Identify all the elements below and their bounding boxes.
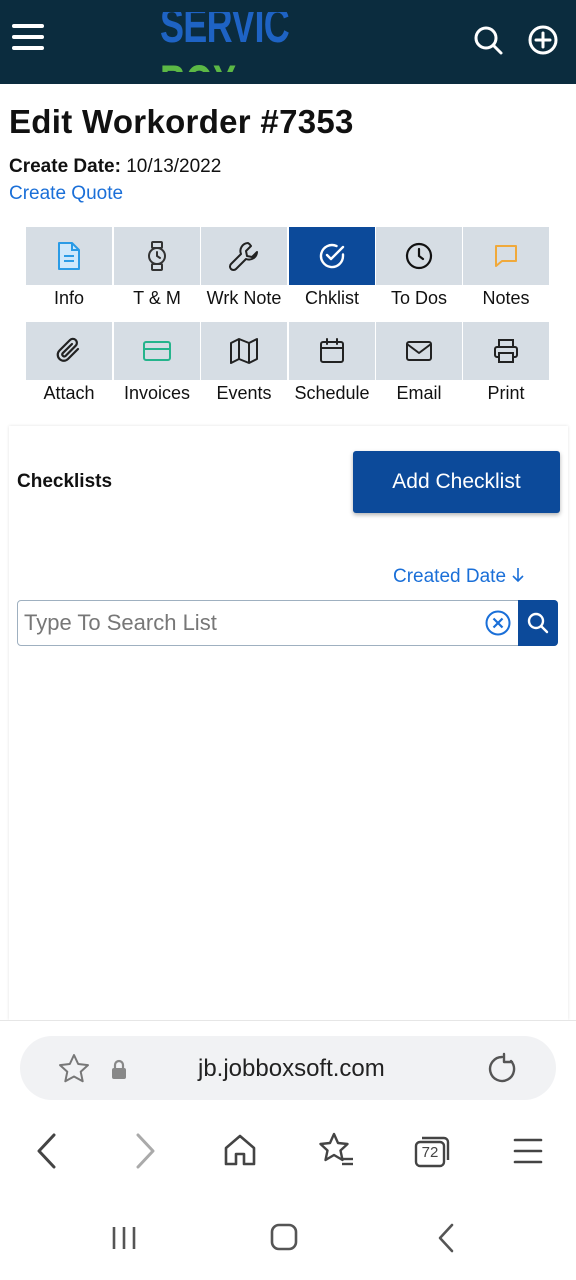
logo-text-box: BOX xyxy=(160,54,237,72)
tab-t-and-m[interactable]: T & M xyxy=(114,227,200,312)
page-title: Edit Workorder #7353 xyxy=(9,103,354,140)
menu-icon[interactable] xyxy=(12,24,46,50)
document-icon xyxy=(58,242,80,270)
search-input[interactable] xyxy=(24,601,474,645)
credit-card-icon xyxy=(143,341,171,361)
tab-schedule[interactable]: Schedule xyxy=(289,322,375,407)
tab-chklist[interactable]: Chklist xyxy=(289,227,375,312)
tabs-button[interactable]: 72 xyxy=(412,1133,452,1169)
star-icon[interactable] xyxy=(57,1052,91,1086)
tab-wrk-note[interactable]: Wrk Note xyxy=(201,227,287,312)
tab-invoices[interactable]: Invoices xyxy=(114,322,200,407)
printer-icon xyxy=(494,339,518,363)
tab-count: 72 xyxy=(421,1144,439,1161)
forward-icon[interactable] xyxy=(132,1132,158,1170)
envelope-icon xyxy=(406,341,432,361)
recent-apps-icon[interactable] xyxy=(110,1224,138,1252)
watch-icon xyxy=(148,241,166,271)
back-icon[interactable] xyxy=(34,1132,60,1170)
calendar-icon xyxy=(320,338,344,363)
tab-to-dos[interactable]: To Dos xyxy=(376,227,462,312)
sort-label: Created Date xyxy=(393,566,507,587)
create-date: Create Date: 10/13/2022 xyxy=(9,156,221,178)
home-button-icon[interactable] xyxy=(269,1222,299,1252)
tab-email[interactable]: Email xyxy=(376,322,462,407)
speech-bubble-icon xyxy=(495,245,517,267)
search-icon xyxy=(527,612,549,634)
create-date-value: 10/13/2022 xyxy=(126,156,222,177)
checklists-heading: Checklists xyxy=(17,471,113,492)
tab-label: T & M xyxy=(133,288,181,308)
app-root: SERVICEBOX Edit Workorder #7353 Create D… xyxy=(0,0,576,1280)
system-back-icon[interactable] xyxy=(434,1222,458,1254)
create-date-label: Create Date: xyxy=(9,156,121,177)
logo-text-service: SERVICE xyxy=(160,12,290,53)
tab-print[interactable]: Print xyxy=(463,322,549,407)
clear-icon[interactable] xyxy=(484,609,512,637)
add-checklist-button[interactable]: Add Checklist xyxy=(353,451,560,513)
servicebox-logo[interactable]: SERVICEBOX xyxy=(80,12,290,72)
map-icon xyxy=(230,338,258,364)
paperclip-icon xyxy=(56,337,80,362)
tab-label: Wrk Note xyxy=(206,288,282,308)
tab-label: Attach xyxy=(43,383,95,403)
wrench-icon xyxy=(228,242,258,272)
tab-notes[interactable]: Notes xyxy=(463,227,549,312)
top-bar: SERVICEBOX xyxy=(0,0,576,84)
clock-icon xyxy=(405,242,433,270)
tab-label: Email xyxy=(396,383,442,403)
tab-label: Print xyxy=(487,383,525,403)
tab-label: Notes xyxy=(482,288,530,308)
search-button[interactable] xyxy=(518,600,558,646)
tab-label: To Dos xyxy=(390,288,448,308)
add-circle-icon[interactable] xyxy=(527,24,559,56)
search-field xyxy=(17,600,558,646)
tab-label: Schedule xyxy=(294,383,370,403)
tab-label: Info xyxy=(53,288,85,308)
create-quote-link[interactable]: Create Quote xyxy=(9,183,123,205)
search-icon[interactable] xyxy=(472,24,504,56)
sort-created-date[interactable]: Created Date xyxy=(393,566,525,588)
url-text[interactable]: jb.jobboxsoft.com xyxy=(198,1055,385,1083)
bookmarks-icon[interactable] xyxy=(316,1130,356,1170)
tab-label: Invoices xyxy=(123,383,191,403)
tab-attach[interactable]: Attach xyxy=(26,322,112,407)
arrow-down-icon xyxy=(512,568,524,583)
lock-icon xyxy=(112,1059,126,1079)
tab-info[interactable]: Info xyxy=(26,227,112,312)
reload-icon[interactable] xyxy=(485,1052,519,1086)
home-icon[interactable] xyxy=(222,1132,258,1168)
checklists-panel xyxy=(9,426,568,1020)
tab-label: Events xyxy=(216,383,272,403)
menu-lines-icon[interactable] xyxy=(512,1136,544,1166)
tab-label: Chklist xyxy=(304,288,359,308)
tab-events[interactable]: Events xyxy=(201,322,287,407)
check-circle-icon xyxy=(319,243,345,269)
